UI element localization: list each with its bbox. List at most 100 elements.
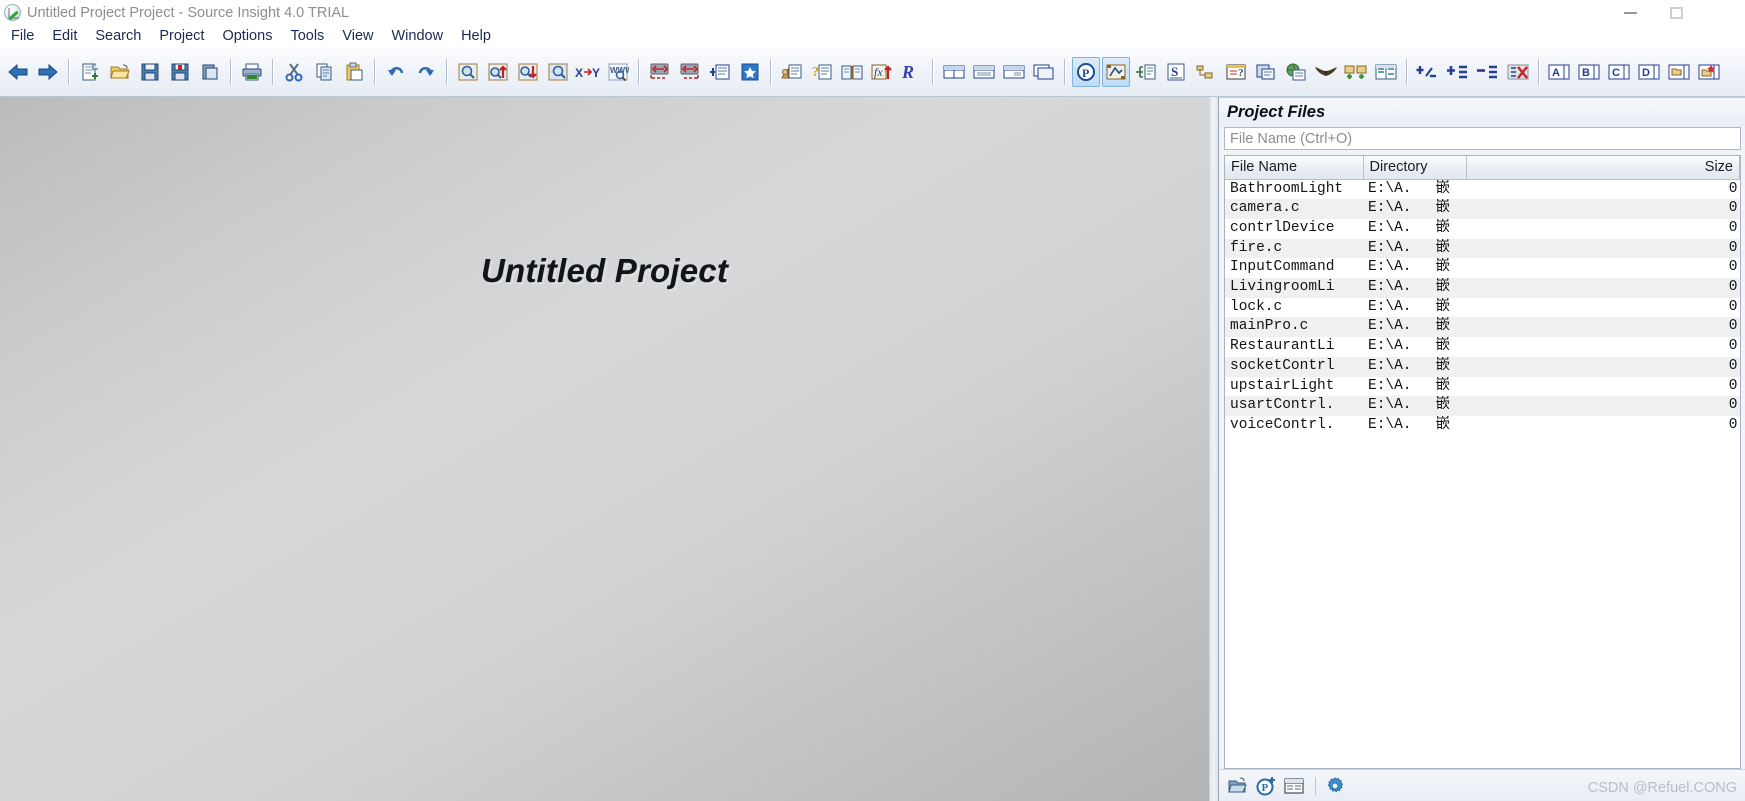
menu-item-tools[interactable]: Tools [281,27,333,46]
tile-windows-icon[interactable] [940,57,968,87]
cut-icon[interactable] [280,57,308,87]
table-row[interactable]: mainPro.c E:\A. 嵌 0 [1225,317,1740,338]
folder-window-icon[interactable] [1666,57,1694,87]
table-row[interactable]: BathroomLight E:\A. 嵌 0 [1225,179,1740,199]
forward-arrow-icon[interactable] [34,57,62,87]
table-row[interactable]: socketContrl E:\A. 嵌 0 [1225,356,1740,377]
project-window-icon[interactable]: P [1072,57,1100,87]
add-project-file-icon[interactable]: P [1253,774,1279,798]
column-header-size[interactable]: Size [1466,156,1740,180]
eagle-icon[interactable] [1312,57,1340,87]
menu-item-project[interactable]: Project [150,27,213,46]
bookmark-icon[interactable] [736,57,764,87]
add-remove-icon[interactable] [1414,57,1442,87]
back-arrow-icon[interactable] [4,57,32,87]
print-icon[interactable] [238,57,266,87]
relation-window-icon[interactable]: R [898,57,926,87]
save-all-icon[interactable] [166,57,194,87]
add-files-icon[interactable] [1342,57,1370,87]
menu-item-help[interactable]: Help [452,27,500,46]
table-row[interactable]: usartContrl. E:\A. 嵌 0 [1225,396,1740,416]
column-header-file-name[interactable]: File Name [1225,156,1364,180]
panel-splitter[interactable] [1209,97,1219,801]
search-backward-icon[interactable] [484,57,512,87]
jump-forward-icon[interactable] [676,57,704,87]
window-d-icon[interactable]: D [1636,57,1664,87]
directory-path: E:\A. [1368,397,1412,414]
menu-item-search[interactable]: Search [86,27,150,46]
directory-path: E:\A. [1368,377,1412,394]
svg-text:S: S [1171,64,1178,79]
menu-item-view[interactable]: View [333,27,382,46]
table-row[interactable]: RestaurantLi E:\A. 嵌 0 [1225,337,1740,357]
restore-button[interactable] [1653,0,1699,25]
cell-file-name: InputCommand [1230,259,1335,276]
expand-outline-icon[interactable] [1444,57,1472,87]
window-a-icon[interactable]: A [1546,57,1574,87]
open-folder-icon[interactable] [106,57,134,87]
search-forward-icon[interactable] [514,57,542,87]
symbol-lookup-icon[interactable]: fx [868,57,896,87]
project-report-icon[interactable] [1281,774,1307,798]
search-icon[interactable] [454,57,482,87]
collapse-outline-icon[interactable] [1474,57,1502,87]
vertical-split-icon[interactable] [1000,57,1028,87]
editor-workspace[interactable]: Untitled Project [0,97,1209,801]
web-browser-icon[interactable] [1282,57,1310,87]
project-symbols-icon[interactable] [1102,57,1130,87]
svg-text:B: B [1582,67,1590,79]
menu-item-window[interactable]: Window [382,27,452,46]
file-name-filter-input[interactable] [1224,127,1741,150]
window-c-icon[interactable]: C [1606,57,1634,87]
table-header-row: File Name Directory Size [1225,156,1740,180]
close-file-icon[interactable] [196,57,224,87]
menu-item-file[interactable]: File [2,27,43,46]
table-row[interactable]: camera.c E:\A. 嵌 0 [1225,199,1740,219]
menu-item-edit[interactable]: Edit [43,27,86,46]
cell-size: 0 [1728,338,1738,355]
search-files-icon[interactable] [544,57,572,87]
copy-icon[interactable] [310,57,338,87]
project-files-table: File Name Directory Size BathroomLight E… [1225,156,1740,436]
jump-backward-icon[interactable] [646,57,674,87]
table-row[interactable]: InputCommand E:\A. 嵌 0 [1225,258,1740,278]
toolbar-separator [770,59,772,85]
file-compare-icon[interactable] [1372,57,1400,87]
replace-icon[interactable]: XY [574,57,602,87]
menu-item-options[interactable]: Options [213,27,281,46]
close-button[interactable] [1699,0,1745,25]
clear-outline-icon[interactable] [1504,57,1532,87]
clip-window-icon[interactable] [1252,57,1280,87]
minimize-button[interactable] [1607,0,1653,25]
settings-gear-icon[interactable] [1322,774,1348,798]
table-row[interactable]: contrlDevice E:\A. 嵌 0 [1225,219,1740,239]
table-row[interactable]: LivingroomLi E:\A. 嵌 0 [1225,278,1740,298]
redo-icon[interactable] [412,57,440,87]
undo-icon[interactable] [382,57,410,87]
annotation-icon[interactable]: ? [1222,57,1250,87]
horizontal-split-icon[interactable] [970,57,998,87]
reference-window-icon[interactable] [838,57,866,87]
open-project-file-icon[interactable] [1225,774,1251,798]
outline-window-icon[interactable] [1132,57,1160,87]
jump-to-definition-icon[interactable] [706,57,734,87]
table-row[interactable]: voiceContrl. E:\A. 嵌 0 [1225,416,1740,436]
cell-file-name: BathroomLight [1230,180,1344,197]
table-row[interactable]: upstairLight E:\A. 嵌 0 [1225,377,1740,397]
table-row[interactable]: fire.c E:\A. 嵌 0 [1225,238,1740,259]
project-files-list[interactable]: File Name Directory Size BathroomLight E… [1224,155,1741,769]
browse-symbols-icon[interactable] [778,57,806,87]
window-b-icon[interactable]: B [1576,57,1604,87]
web-search-icon[interactable]: WWW [604,57,632,87]
new-file-icon[interactable] [76,57,104,87]
table-row[interactable]: lock.c E:\A. 嵌 0 [1225,298,1740,318]
symbol-window-icon[interactable]: S [1162,57,1190,87]
context-window-icon[interactable]: ? [808,57,836,87]
directory-extra: 嵌 [1435,298,1451,315]
paste-icon[interactable] [340,57,368,87]
cascade-windows-icon[interactable] [1030,57,1058,87]
column-header-directory[interactable]: Directory [1363,156,1467,180]
save-icon[interactable] [136,57,164,87]
new-folder-window-icon[interactable] [1696,57,1724,87]
context-panel-icon[interactable] [1192,57,1220,87]
